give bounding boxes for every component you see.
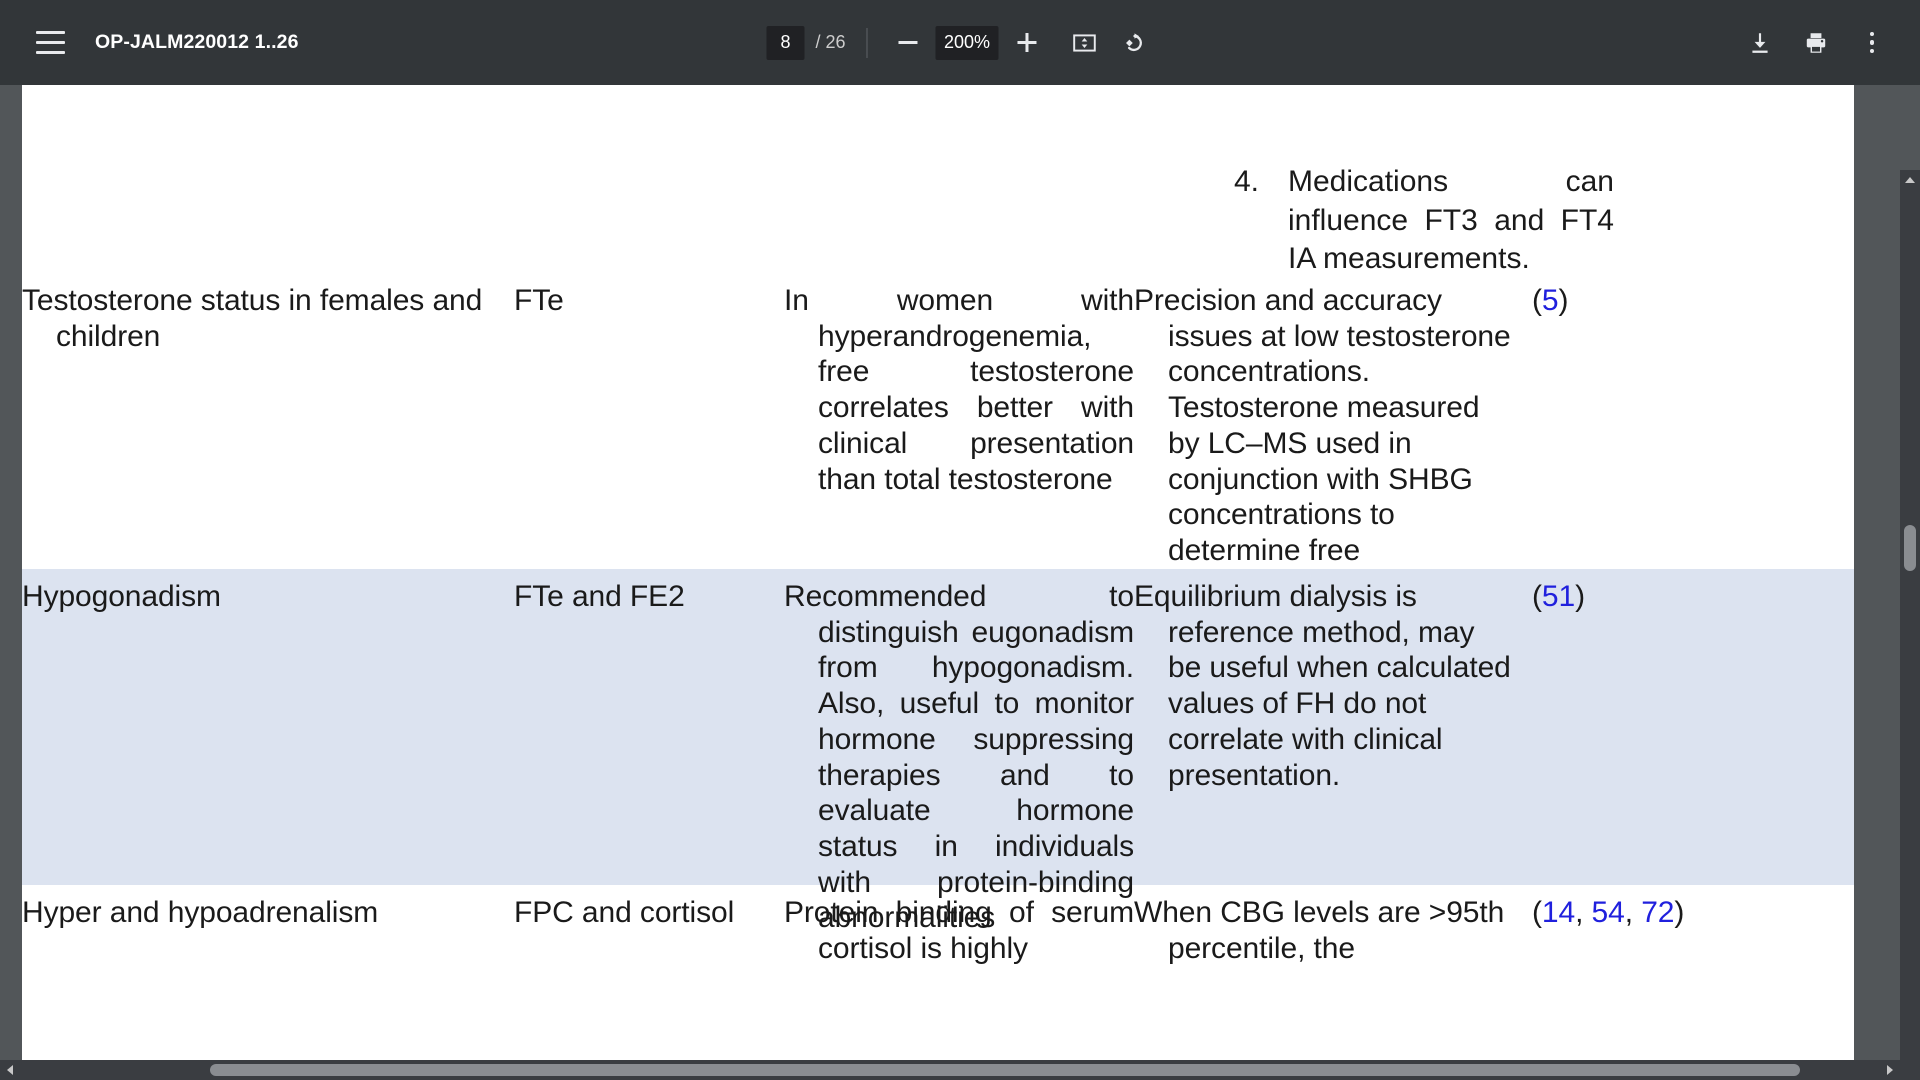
cell-comments: Equilibrium dialysis is reference method… [1134,580,1511,792]
scroll-up-button[interactable] [1900,170,1920,190]
cell-rationale: Protein binding of serum cortisol is hig… [784,896,1134,965]
zoom-level-display[interactable]: 200% [935,25,999,60]
fit-page-icon [1073,33,1096,52]
scroll-right-button[interactable] [1880,1060,1900,1080]
page-zoom-controls: / 26 200% [766,0,1153,85]
download-button[interactable] [1740,23,1780,63]
cell-condition: Hyper and hypoadrenalism [22,896,379,929]
reference-list-1[interactable]: (51) [1532,580,1585,613]
print-button[interactable] [1796,23,1836,63]
chevron-right-icon [1887,1065,1893,1075]
fit-to-page-button[interactable] [1066,24,1104,62]
cell-rationale: Recommended to distinguish eugonadism fr… [784,580,1134,935]
table-row: Hyper and hypoadrenalism FPC and cortiso… [22,885,1854,978]
print-icon [1806,32,1826,53]
horizontal-scrollbar-thumb[interactable] [210,1064,1800,1076]
horizontal-scrollbar[interactable] [0,1060,1900,1080]
reference-link[interactable]: 72 [1641,896,1674,929]
pdf-page: 4. Medications can influence FT3 and FT4… [22,85,1854,1080]
vertical-scrollbar[interactable] [1900,170,1920,1080]
vertical-dots-icon [1869,31,1875,54]
table-row: Hypogonadism FTe and FE2 Recommended to … [22,569,1854,935]
reference-link[interactable]: 5 [1542,284,1559,317]
reference-link[interactable]: 51 [1542,580,1575,613]
more-actions-button[interactable] [1852,23,1892,63]
cell-condition: Hypogonadism [22,580,221,613]
cell-references: (51) [1514,579,1814,873]
plus-icon [1017,33,1037,52]
rotate-button[interactable] [1116,24,1154,62]
pdf-toolbar: OP-JALM220012 1..26 / 26 200% [0,0,1920,85]
cell-analyte: FPC and cortisol [514,896,735,929]
toolbar-right-actions [1740,0,1892,85]
menu-bar-2 [35,41,65,44]
reference-list-0[interactable]: (5) [1532,284,1568,317]
hamburger-menu-icon[interactable] [33,26,67,60]
reference-link[interactable]: 54 [1592,896,1625,929]
chevron-left-icon [7,1065,13,1075]
pdf-viewer-area[interactable]: 4. Medications can influence FT3 and FT4… [0,85,1920,1080]
page-number-input[interactable] [766,25,805,60]
scroll-left-button[interactable] [0,1060,20,1080]
minus-icon [898,41,918,44]
reference-link[interactable]: 14 [1542,896,1575,929]
toolbar-divider [866,27,868,58]
cell-analyte: FTe and FE2 [514,580,685,613]
download-icon [1752,32,1768,53]
list-item-text: Medications can influence FT3 and FT4 IA… [1288,165,1614,275]
reference-list-2[interactable]: (14, 54, 72) [1532,896,1684,929]
list-item-number: 4. [1234,165,1260,198]
zoom-in-button[interactable] [1008,24,1046,62]
rotate-ccw-icon [1126,32,1142,51]
menu-bar-3 [35,51,65,54]
scrollbar-corner [1900,1060,1920,1080]
page-count-label: / 26 [815,32,846,52]
menu-bar-1 [35,31,65,34]
cell-comments: When CBG levels are >95th percentile, th… [1134,896,1505,965]
vertical-scrollbar-thumb[interactable] [1904,525,1916,571]
document-title: OP-JALM220012 1..26 [95,31,299,53]
cell-references: (14, 54, 72) [1514,895,1814,966]
chevron-up-icon [1905,177,1915,183]
list-item-4: 4. Medications can influence FT3 and FT4… [1234,163,1614,279]
zoom-out-button[interactable] [889,24,927,62]
